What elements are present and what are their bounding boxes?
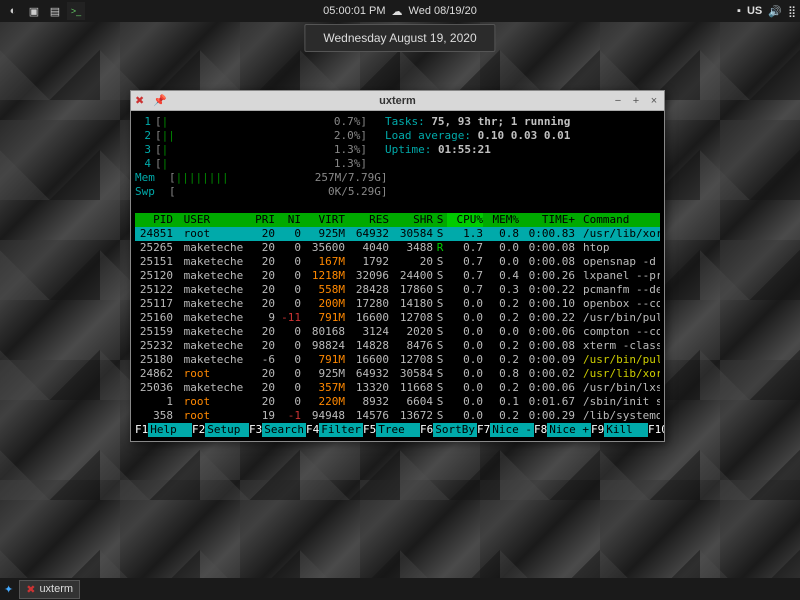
clock-date[interactable]: Wed 08/19/20 — [409, 5, 477, 17]
fkey-nice[interactable]: F7 — [477, 423, 490, 437]
table-row[interactable]: 25180 maketeche-60791M1660012708S0.00.20… — [135, 353, 660, 367]
taskbar-item-uxterm[interactable]: ✖ uxterm — [19, 580, 80, 599]
task-icon: ✖ — [26, 583, 35, 596]
volume-icon[interactable]: 🔊 — [768, 5, 782, 18]
fkey-help[interactable]: F1 — [135, 423, 148, 437]
fkey-kill[interactable]: F9 — [591, 423, 604, 437]
table-row[interactable]: 25159 maketeche2008016831242020S0.00.00:… — [135, 325, 660, 339]
window-titlebar[interactable]: ✖ 📌 uxterm − + × — [131, 91, 664, 111]
terminal-icon[interactable]: >_ — [67, 2, 85, 20]
keyboard-layout[interactable]: US — [747, 5, 762, 17]
table-row[interactable]: 25232 maketeche20098824148288476S0.00.20… — [135, 339, 660, 353]
fkey-search[interactable]: F3 — [249, 423, 262, 437]
bottom-panel: ✦ ✖ uxterm — [0, 578, 800, 600]
minimize-button[interactable]: − — [612, 95, 624, 107]
close-button[interactable]: × — [648, 95, 660, 107]
terminal-window: ✖ 📌 uxterm − + × 1 [| 0.7%]Tasks: 75, 93… — [130, 90, 665, 442]
table-row[interactable]: 24862 root200925M6493230584S0.00.80:00.0… — [135, 367, 660, 381]
fkey-tree[interactable]: F5 — [363, 423, 376, 437]
table-row[interactable]: 24851 root200925M6493230584S1.30.80:00.8… — [135, 227, 660, 241]
fkey-nice[interactable]: F8 — [534, 423, 547, 437]
file-manager-icon[interactable]: ▣ — [25, 2, 43, 20]
clock-time[interactable]: 05:00:01 PM — [323, 5, 385, 17]
app-menu-icon[interactable]: ◐ — [4, 2, 22, 20]
pin-icon[interactable]: 📌 — [153, 94, 167, 107]
show-desktop-icon[interactable]: ✦ — [4, 583, 13, 596]
maximize-button[interactable]: + — [630, 95, 642, 107]
table-row[interactable]: 25151 maketeche200167M179220S0.70.00:00.… — [135, 255, 660, 269]
fkey-filter[interactable]: F4 — [306, 423, 319, 437]
table-row[interactable]: 25122 maketeche200558M2842817860S0.70.30… — [135, 283, 660, 297]
fkey-sortby[interactable]: F6 — [420, 423, 433, 437]
table-row[interactable]: 25265 maketeche2003560040403488R0.70.00:… — [135, 241, 660, 255]
top-panel: ◐ ▣ ▤ >_ 05:00:01 PM ☁ Wed 08/19/20 ▪ US… — [0, 0, 800, 22]
fkey-setup[interactable]: F2 — [192, 423, 205, 437]
power-icon[interactable]: ⣿ — [788, 5, 796, 18]
window-icon: ✖ — [135, 94, 149, 108]
fkey-quit[interactable]: F10 — [648, 423, 664, 437]
table-row[interactable]: 1 root200220M89326604S0.00.10:01.67/sbin… — [135, 395, 660, 409]
table-row[interactable]: 358 root19-1949481457613672S0.00.20:00.2… — [135, 409, 660, 423]
table-row[interactable]: 25160 maketeche9-11791M1660012708S0.00.2… — [135, 311, 660, 325]
weather-icon[interactable]: ☁ — [392, 5, 403, 18]
table-row[interactable]: 25120 maketeche2001218M3209624400S0.70.4… — [135, 269, 660, 283]
table-row[interactable]: 25117 maketeche200200M1728014180S0.00.20… — [135, 297, 660, 311]
task-label: uxterm — [39, 583, 73, 595]
tray-icon[interactable]: ▪ — [737, 5, 741, 17]
browser-icon[interactable]: ▤ — [46, 2, 64, 20]
date-tooltip: Wednesday August 19, 2020 — [304, 24, 495, 52]
table-row[interactable]: 25036 maketeche200357M1332011668S0.00.20… — [135, 381, 660, 395]
terminal-content[interactable]: 1 [| 0.7%]Tasks: 75, 93 thr; 1 running2 … — [131, 111, 664, 441]
window-title: uxterm — [379, 95, 416, 107]
